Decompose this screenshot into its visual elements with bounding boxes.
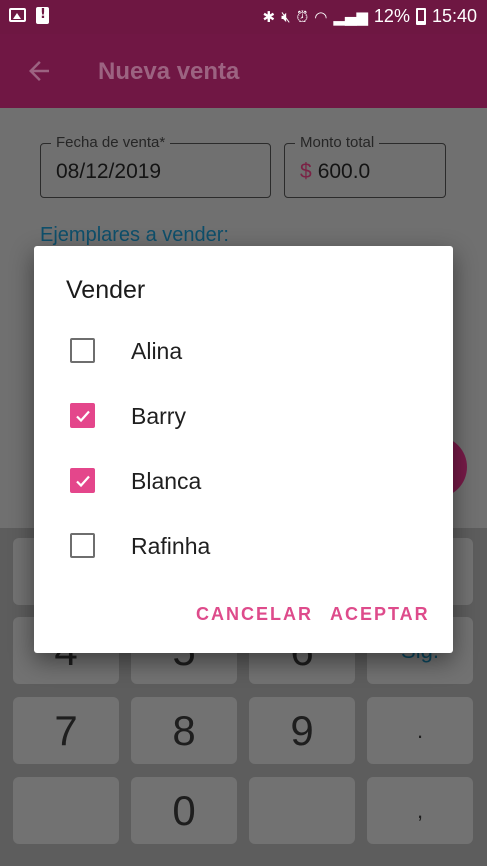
wifi-icon: ◠	[314, 7, 328, 26]
page-title: Nueva venta	[98, 58, 240, 85]
system-indicators: ✱ 🔇︎ ⏰︎ ◠ ▂▄▆ 12% 15:40	[262, 6, 477, 27]
cancel-button[interactable]: CANCELAR	[196, 604, 313, 625]
back-arrow-icon[interactable]	[24, 56, 54, 86]
dialog-title: Vender	[66, 276, 146, 304]
option-label: Alina	[131, 338, 183, 364]
status-bar: ✱ 🔇︎ ⏰︎ ◠ ▂▄▆ 12% 15:40	[0, 0, 487, 34]
notification-icons	[9, 7, 49, 25]
signal-icon: ▂▄▆	[333, 7, 368, 26]
app-bar: Nueva venta	[0, 34, 487, 108]
checkbox-checked-icon[interactable]	[70, 403, 95, 428]
option-label: Blanca	[131, 468, 202, 494]
checkbox-unchecked-icon[interactable]	[70, 338, 95, 363]
mute-icon: 🔇︎	[281, 7, 291, 26]
check-icon	[76, 410, 90, 423]
alert-notification-icon	[36, 7, 49, 24]
option-rafinha[interactable]: Rafinha	[34, 514, 453, 574]
battery-percent: 12%	[373, 6, 410, 26]
clock: 15:40	[431, 6, 477, 26]
checkbox-unchecked-icon[interactable]	[70, 533, 95, 558]
image-notification-icon	[9, 8, 26, 22]
battery-icon	[415, 8, 426, 25]
alarm-icon: ⏰︎	[296, 7, 309, 26]
option-label: Rafinha	[131, 533, 211, 559]
accept-button[interactable]: ACEPTAR	[330, 604, 430, 625]
option-barry[interactable]: Barry	[34, 384, 453, 444]
check-icon	[76, 475, 90, 488]
option-alina[interactable]: Alina	[34, 319, 453, 379]
vender-dialog: Vender Alina Barry Blanca Rafinha CANCEL…	[34, 246, 453, 653]
option-blanca[interactable]: Blanca	[34, 449, 453, 509]
option-label: Barry	[131, 403, 186, 429]
checkbox-checked-icon[interactable]	[70, 468, 95, 493]
bluetooth-icon: ✱	[262, 7, 276, 26]
